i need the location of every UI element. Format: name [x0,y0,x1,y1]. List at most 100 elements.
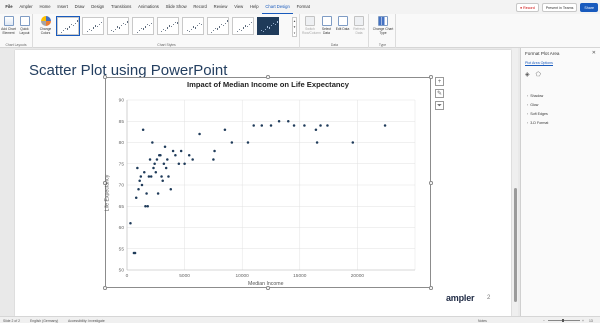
tab-animations[interactable]: Animations [135,0,163,14]
share-button[interactable]: Share [580,3,598,13]
data-point [141,128,145,131]
change-colors-button[interactable]: Change Colors [37,16,54,35]
style-preview-dot [269,27,271,29]
zoom-out-icon[interactable]: − [543,319,545,323]
tab-transitions[interactable]: Transitions [108,0,135,14]
y-tick-label: 60 [119,225,125,231]
language-indicator[interactable]: English (Germany) [30,319,58,323]
close-icon[interactable]: ✕ [592,50,596,56]
chart-style-1[interactable] [56,16,80,36]
chart-style-9[interactable] [257,17,279,35]
chart-style-6[interactable] [182,17,204,35]
tab-view[interactable]: View [231,0,247,14]
switch-row-column-button[interactable]: Switch Row/Column [302,16,321,35]
tab-record[interactable]: Record [190,0,210,14]
data-point [160,175,163,178]
zoom-in-icon[interactable]: + [582,319,584,323]
zoom-slider-knob[interactable] [562,319,564,322]
data-point [213,149,216,153]
chart-style-8[interactable] [232,17,254,35]
tab-draw[interactable]: Draw [71,0,88,14]
chart-type-icon [378,16,388,26]
scrollbar-thumb[interactable] [513,188,517,302]
style-preview-dot [151,22,153,24]
style-preview-dot [119,27,121,29]
y-axis-title[interactable]: Life Expectancy [104,175,110,212]
accessibility-indicator[interactable]: Accessibility: Investigate [68,319,105,323]
section-3d-format[interactable]: › 3-D Format [527,121,548,125]
style-preview-dot [263,30,265,33]
quick-layout-label: Quick Layout [19,27,30,35]
record-label: Record [523,5,535,10]
section-soft-edges[interactable]: › Soft Edges [527,112,548,116]
slide-thumbnail-strip[interactable] [0,48,14,316]
present-in-teams-button[interactable]: Present in Teams [541,3,578,13]
chart-elements-plus-icon[interactable]: + [435,77,444,86]
chart-filters-funnel-icon[interactable]: ⏷ [435,101,444,110]
plot-area-options-tab[interactable]: Plot Area Options [525,61,553,66]
x-tick-label: 5000 [179,273,190,279]
fill-bucket-icon[interactable]: ◈ [525,71,530,78]
style-preview-dot [173,23,175,26]
style-preview-dot [145,26,147,28]
tab-design[interactable]: Design [88,0,108,14]
refresh-data-button[interactable]: Refresh Data [351,16,367,35]
select-data-button[interactable]: Select Data [319,16,334,35]
style-preview-dot [243,27,245,29]
y-tick-label: 80 [119,140,125,146]
section-label: 3-D Format [530,121,549,125]
tab-help[interactable]: Help [247,0,262,14]
slide-info[interactable]: Slide 2 of 2 [3,319,20,323]
style-preview-dot [73,24,75,27]
gallery-scroll[interactable]: ▲ ▼ ▾ [292,17,297,37]
vertical-scrollbar[interactable] [512,48,518,316]
data-point [137,188,140,191]
style-preview-dot [69,26,71,28]
style-preview-dot [91,29,93,31]
style-preview-dot [63,29,65,32]
chart-style-7[interactable] [207,17,229,35]
style-preview-dot [247,26,249,28]
x-axis-title[interactable]: Median Income [248,281,283,287]
zoom-level[interactable]: 13 [589,319,593,323]
chart-style-2[interactable] [82,17,104,35]
slide-canvas[interactable]: Scatter Plot using PowerPoint Impact of … [15,50,511,316]
slide-number: 2 [487,295,491,301]
style-preview-dot [211,32,213,34]
ampler-logo: ampler [446,293,475,303]
section-glow[interactable]: › Glow [527,103,538,107]
style-preview-dot [103,22,104,23]
tab-home[interactable]: Home [36,0,54,14]
tab-chart-design[interactable]: Chart Design [262,1,294,14]
change-chart-type-button[interactable]: Change Chart Type [372,16,394,35]
style-preview-dot [189,30,191,33]
tab-file[interactable]: File [2,0,16,14]
tab-format[interactable]: Format [293,0,313,14]
tab-insert[interactable]: Insert [54,0,71,14]
tab-ampler[interactable]: Ampler [16,0,36,14]
y-tick-label: 70 [119,183,125,189]
style-preview-dot [223,24,225,27]
switch-row-column-icon [305,16,315,26]
tab-review[interactable]: Review [210,0,231,14]
quick-layout-button[interactable]: Quick Layout [17,16,32,35]
section-label: Shadow [530,94,544,98]
zoom-slider[interactable] [548,320,580,321]
chart-style-3[interactable] [107,17,129,35]
chart-style-4[interactable] [132,17,154,35]
share-label: Share [584,5,594,10]
chart-styles-brush-icon[interactable]: ✎ [435,89,444,98]
tab-slide-show[interactable]: Slide Show [162,0,190,14]
record-button[interactable]: ● Record [515,3,539,13]
chevron-right-icon: › [527,112,529,116]
style-preview-dot [277,21,278,23]
notes-button[interactable]: Notes [478,319,487,323]
chart-side-tools: + ✎ ⏷ [435,77,445,113]
add-chart-element-button[interactable]: Add Chart Element [1,16,16,35]
data-point [326,124,329,127]
pentagon-effects-icon[interactable]: ⬠ [536,71,541,78]
data-point [163,145,167,148]
chart-style-5[interactable] [157,17,179,35]
section-shadow[interactable]: › Shadow [527,94,543,98]
edit-data-button[interactable]: Edit Data [335,16,350,31]
